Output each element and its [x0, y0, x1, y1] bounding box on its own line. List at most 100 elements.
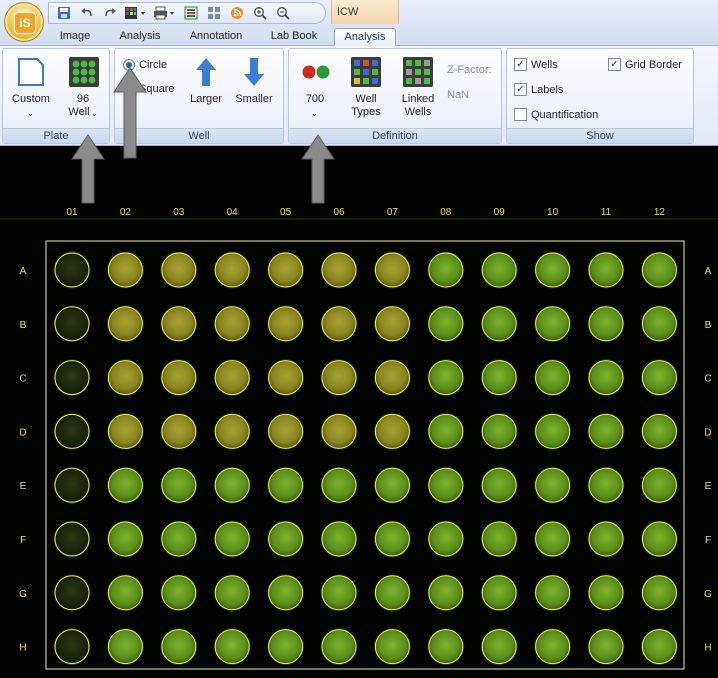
well[interactable]: [534, 466, 572, 504]
well[interactable]: [320, 466, 358, 504]
well[interactable]: [53, 251, 91, 289]
well[interactable]: [534, 628, 572, 666]
well-types-label-top[interactable]: Well: [345, 93, 387, 106]
well[interactable]: [640, 305, 678, 343]
well[interactable]: [427, 251, 465, 289]
grid-border-checkbox-box[interactable]: ✓: [608, 58, 621, 71]
well[interactable]: [587, 305, 625, 343]
well[interactable]: [53, 305, 91, 343]
well[interactable]: [320, 305, 358, 343]
well[interactable]: [480, 466, 518, 504]
chevron-down-icon[interactable]: ⌄: [311, 109, 318, 118]
well[interactable]: [160, 359, 198, 397]
well[interactable]: [587, 412, 625, 450]
well[interactable]: [480, 251, 518, 289]
well[interactable]: [106, 412, 144, 450]
well[interactable]: [587, 466, 625, 504]
well[interactable]: [640, 359, 678, 397]
well[interactable]: [480, 305, 518, 343]
well[interactable]: [534, 359, 572, 397]
plate-image-view[interactable]: 01 02 03 04 05 06 07 08 09 10 11 12 A A B B C C D D E E F F G G H H: [0, 134, 718, 678]
well[interactable]: [106, 466, 144, 504]
well[interactable]: [53, 412, 91, 450]
well[interactable]: [213, 466, 251, 504]
well[interactable]: [587, 359, 625, 397]
well[interactable]: [267, 628, 305, 666]
well[interactable]: [587, 251, 625, 289]
well[interactable]: [267, 520, 305, 558]
grid-color-icon[interactable]: [122, 4, 150, 22]
well[interactable]: [480, 628, 518, 666]
channel-700-label[interactable]: 700: [297, 93, 333, 106]
chevron-down-icon[interactable]: ⌄: [91, 109, 98, 118]
zoom-out-icon[interactable]: [272, 4, 294, 22]
tab-lab-book[interactable]: Lab Book: [264, 28, 324, 46]
well[interactable]: [480, 359, 518, 397]
zoom-in-icon[interactable]: [249, 4, 271, 22]
well[interactable]: [587, 574, 625, 612]
well-types-label-bottom[interactable]: Types: [345, 106, 387, 119]
well[interactable]: [534, 412, 572, 450]
well[interactable]: [427, 466, 465, 504]
well[interactable]: [587, 628, 625, 666]
well[interactable]: [534, 305, 572, 343]
well[interactable]: [427, 520, 465, 558]
well[interactable]: [320, 520, 358, 558]
well[interactable]: [373, 466, 411, 504]
well[interactable]: [320, 359, 358, 397]
well[interactable]: [160, 466, 198, 504]
well[interactable]: [427, 412, 465, 450]
well[interactable]: [53, 628, 91, 666]
well[interactable]: [213, 305, 251, 343]
well[interactable]: [320, 412, 358, 450]
well[interactable]: [53, 574, 91, 612]
tab-image[interactable]: Image: [52, 28, 98, 46]
well[interactable]: [640, 466, 678, 504]
well[interactable]: [587, 520, 625, 558]
well[interactable]: [213, 628, 251, 666]
well[interactable]: [160, 412, 198, 450]
well[interactable]: [320, 574, 358, 612]
well[interactable]: [106, 251, 144, 289]
wells-checkbox[interactable]: ✓ Wells: [514, 58, 558, 71]
well[interactable]: [160, 520, 198, 558]
well[interactable]: [53, 520, 91, 558]
well[interactable]: [160, 305, 198, 343]
print-icon[interactable]: [151, 4, 179, 22]
well[interactable]: [640, 520, 678, 558]
application-menu-button[interactable]: iS: [4, 2, 44, 42]
well[interactable]: [106, 359, 144, 397]
grid-border-checkbox[interactable]: ✓ Grid Border: [608, 58, 682, 71]
well[interactable]: [427, 628, 465, 666]
well[interactable]: [106, 305, 144, 343]
arrow-up-icon[interactable]: [195, 57, 217, 90]
well[interactable]: [373, 305, 411, 343]
well[interactable]: [53, 359, 91, 397]
well[interactable]: [213, 574, 251, 612]
well-96-plate-icon[interactable]: [69, 57, 99, 90]
well[interactable]: [106, 628, 144, 666]
well[interactable]: [373, 520, 411, 558]
well[interactable]: [213, 251, 251, 289]
well[interactable]: [267, 305, 305, 343]
well[interactable]: [373, 628, 411, 666]
linked-wells-label-bottom[interactable]: Wells: [395, 106, 441, 119]
well[interactable]: [267, 574, 305, 612]
well[interactable]: [534, 574, 572, 612]
rss-icon[interactable]: [226, 4, 248, 22]
custom-plate-label[interactable]: Custom: [7, 93, 55, 106]
well[interactable]: [160, 628, 198, 666]
well[interactable]: [160, 251, 198, 289]
well[interactable]: [320, 628, 358, 666]
linked-wells-label-top[interactable]: Linked: [395, 93, 441, 106]
well[interactable]: [480, 412, 518, 450]
well[interactable]: [373, 412, 411, 450]
well[interactable]: [267, 412, 305, 450]
well[interactable]: [427, 574, 465, 612]
well[interactable]: [267, 466, 305, 504]
labels-checkbox-box[interactable]: ✓: [514, 83, 527, 96]
quantification-checkbox-box[interactable]: [514, 108, 527, 121]
well[interactable]: [106, 520, 144, 558]
well[interactable]: [267, 251, 305, 289]
labels-checkbox[interactable]: ✓ Labels: [514, 83, 563, 96]
